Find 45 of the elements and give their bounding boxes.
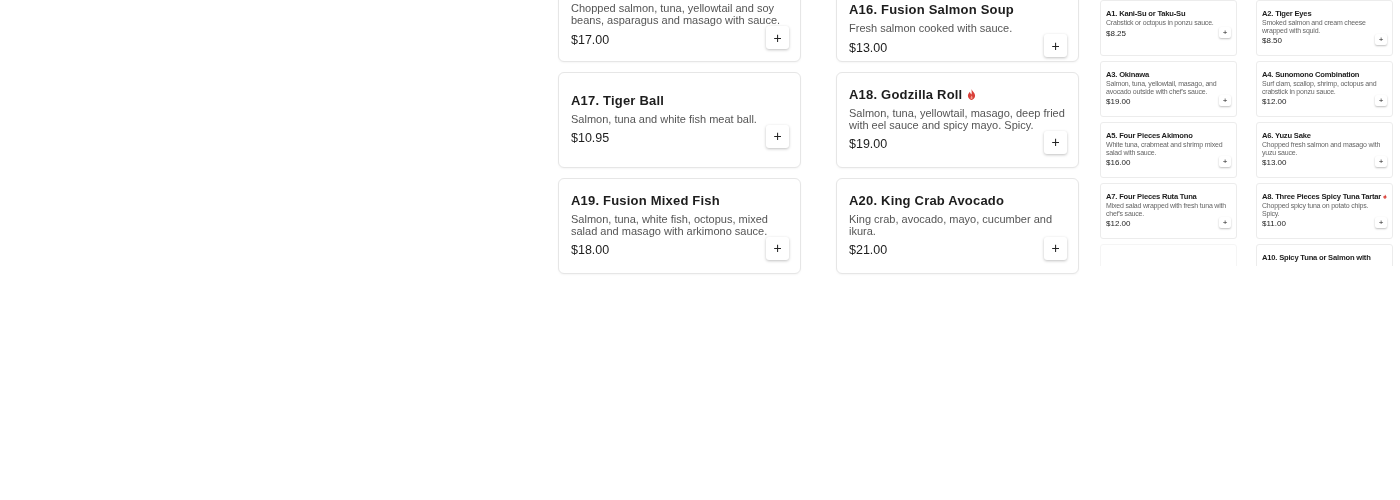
item-price: $13.00 xyxy=(849,40,888,55)
add-button[interactable]: + xyxy=(1044,130,1067,154)
item-description: King crab, avocado, mayo, cucumber and ikura. xyxy=(849,212,1053,237)
item-description: Salmon, tuna, yellowtail, masago, deep fried with eel sauce and spicy mayo. Spicy. xyxy=(849,106,1066,131)
add-button[interactable]: + xyxy=(1375,95,1387,106)
item-description: Fresh salmon cooked with sauce. xyxy=(849,22,1014,34)
item-price: $12.00 xyxy=(1106,219,1131,228)
item-description: Salmon, tuna and white fish meat ball. xyxy=(571,112,758,125)
item-title: A18. Godzilla Roll xyxy=(849,86,963,102)
add-button[interactable]: + xyxy=(766,236,789,260)
item-price: $12.00 xyxy=(1262,97,1287,106)
add-button[interactable]: + xyxy=(1375,34,1387,45)
menu-item-card[interactable]: A20. King Crab Avocado King crab, avocado, mayo, cucumber and ikura. $21.00 + xyxy=(836,178,1079,274)
menu-item-card[interactable]: Chopped salmon, tuna, yellowtail and soy beans, asparagus and masago with sauce. $17.00 + xyxy=(558,0,801,62)
add-button[interactable]: + xyxy=(1219,26,1231,38)
add-button[interactable]: + xyxy=(1044,236,1067,260)
add-button[interactable]: + xyxy=(1219,156,1231,167)
item-title: A20. King Crab Avocado xyxy=(849,192,1005,208)
item-description: Chopped salmon, tuna, yellowtail and soy beans, asparagus and masago with sauce. xyxy=(571,2,782,26)
item-title: A19. Fusion Mixed Fish xyxy=(571,192,720,208)
item-price: $19.00 xyxy=(1106,97,1131,106)
item-price: $21.00 xyxy=(849,243,888,257)
menu-item-card[interactable]: A18. Godzilla Roll Salmon, tuna, yellowtail, masago, deep fried with eel sauce and spicy mayo. Spicy. $19.00 + xyxy=(836,72,1079,168)
item-title: A16. Fusion Salmon Soup xyxy=(849,2,1014,17)
menu-item-card[interactable]: A16. Fusion Salmon Soup Fresh salmon cooked with sauce. $13.00 + xyxy=(836,0,1079,62)
add-button[interactable]: + xyxy=(766,26,789,49)
item-price: $11.00 xyxy=(1262,219,1286,228)
item-price: $19.00 xyxy=(849,137,888,151)
add-button[interactable]: + xyxy=(1375,156,1387,167)
add-button[interactable]: + xyxy=(1219,95,1231,106)
menu-item-card[interactable]: A19. Fusion Mixed Fish Salmon, tuna, white fish, octopus, mixed salad and masago with arkimono sauce. $18.00 + xyxy=(558,178,801,274)
item-description: Salmon, tuna, white fish, octopus, mixed salad and masago with arkimono sauce. xyxy=(571,212,769,237)
item-title: A17. Tiger Ball xyxy=(571,92,665,108)
add-button[interactable]: + xyxy=(1219,217,1231,228)
item-price: $18.00 xyxy=(571,243,610,257)
item-price: $8.50 xyxy=(1262,36,1283,45)
item-price: $17.00 xyxy=(571,32,610,47)
item-price: $10.95 xyxy=(571,131,610,145)
add-button[interactable]: + xyxy=(1375,217,1387,228)
menu-item-card[interactable]: A17. Tiger Ball Salmon, tuna and white fish meat ball. $10.95 + xyxy=(558,72,801,168)
add-button[interactable]: + xyxy=(766,124,789,148)
add-button[interactable]: + xyxy=(1044,34,1067,57)
item-price: $16.00 xyxy=(1106,158,1131,167)
item-price: $8.25 xyxy=(1106,28,1127,38)
item-price: $13.00 xyxy=(1262,158,1287,167)
